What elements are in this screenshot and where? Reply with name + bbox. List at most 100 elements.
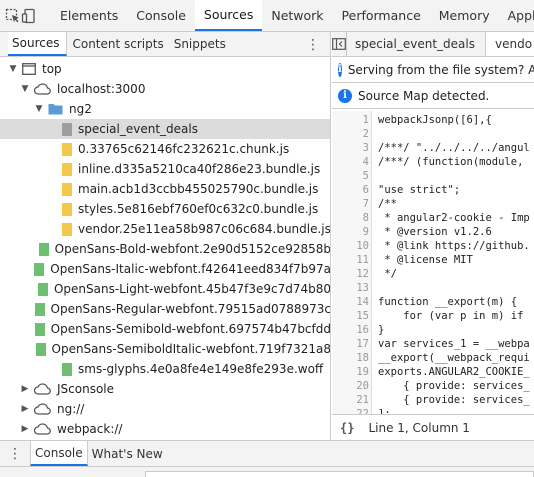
tree-item[interactable]: 0.33765c62146fc232621c.chunk.js — [0, 139, 330, 159]
expanded-triangle-icon[interactable]: ▼ — [34, 104, 44, 114]
pretty-print-button[interactable]: {} — [340, 421, 354, 435]
cursor-position: Line 1, Column 1 — [368, 420, 470, 435]
line-number[interactable]: 8 — [332, 211, 369, 225]
tree-item[interactable]: OpenSans-Bold-webfont.2e90d5152ce92858b — [0, 239, 331, 259]
file-yellow-icon — [62, 222, 72, 236]
drawer-more-icon[interactable]: ⋮ — [0, 441, 30, 466]
tree-item[interactable]: special_event_deals — [0, 119, 330, 139]
toggle-navigator-icon — [332, 38, 346, 50]
drawer-tab-console[interactable]: Console — [30, 441, 88, 466]
line-number[interactable]: 15 — [332, 309, 369, 323]
console-filter-input[interactable] — [145, 471, 534, 477]
file-green-icon — [37, 282, 48, 296]
code-text: /** — [378, 198, 397, 210]
line-number[interactable]: 1 — [332, 113, 369, 127]
tree-item[interactable]: OpenSans-Light-webfont.45b47f3e9c7d74b80 — [0, 279, 331, 299]
tab-console[interactable]: Console — [127, 0, 195, 31]
editor-tab-special-event-deals[interactable]: special_event_deals — [347, 32, 485, 56]
inspect-element-button[interactable] — [5, 0, 21, 31]
code-line: 12 */ — [332, 267, 534, 281]
tree-item[interactable]: ▶ ng:// — [0, 399, 330, 419]
collapsed-triangle-icon[interactable]: ▶ — [20, 384, 30, 394]
tree-item[interactable]: OpenSans-Semibold-webfont.697574b47bcfdd — [0, 319, 330, 339]
tree-item[interactable]: ▼ localhost:3000 — [0, 79, 330, 99]
toggle-navigator-button[interactable] — [332, 32, 347, 56]
tree-item[interactable]: OpenSans-SemiboldItalic-webfont.719f7321… — [0, 339, 330, 359]
line-number[interactable]: 22 — [332, 407, 369, 414]
line-number[interactable]: 16 — [332, 323, 369, 337]
cloud-icon — [34, 83, 51, 95]
line-number[interactable]: 3 — [332, 141, 369, 155]
line-number[interactable]: 14 — [332, 295, 369, 309]
code-text: "use strict"; — [378, 184, 461, 196]
code-line: 20 { provide: services_ — [332, 379, 534, 393]
line-number[interactable]: 19 — [332, 365, 369, 379]
tree-item-label: localhost:3000 — [57, 82, 146, 96]
tab-memory[interactable]: Memory — [430, 0, 499, 31]
code-text: function __export(m) { — [378, 296, 518, 308]
line-number[interactable]: 11 — [332, 253, 369, 267]
file-shape — [34, 322, 45, 336]
line-number[interactable]: 20 — [332, 379, 369, 393]
tree-item-label: special_event_deals — [78, 122, 198, 136]
tree-item[interactable]: sms-glyphs.4e0a8fe4e149e8fe293e.woff — [0, 359, 330, 379]
device-toolbar-button[interactable] — [21, 0, 37, 31]
expanded-triangle-icon[interactable]: ▼ — [20, 84, 30, 94]
line-number[interactable]: 2 — [332, 127, 369, 141]
tree-item-label: OpenSans-Light-webfont.45b47f3e9c7d74b80 — [53, 282, 331, 296]
line-number[interactable]: 4 — [332, 155, 369, 169]
file-green-icon — [38, 242, 49, 256]
expanded-triangle-icon[interactable]: ▼ — [8, 64, 18, 74]
file-shape — [62, 162, 72, 176]
tab-sources[interactable]: Sources — [194, 0, 263, 31]
line-number[interactable]: 6 — [332, 183, 369, 197]
file-green-icon — [35, 342, 46, 356]
console-drawer: ⋮ Console What's New — [0, 440, 534, 477]
tab-network[interactable]: Network — [262, 0, 332, 31]
navigator-tab-content-scripts[interactable]: Content scripts — [67, 32, 168, 56]
editor-tab-vendor[interactable]: vendo — [485, 32, 534, 56]
code-text: * @version v1.2.6 — [378, 226, 492, 238]
code-line: 15 for (var p in m) if — [332, 309, 534, 323]
tree-item-label: OpenSans-Bold-webfont.2e90d5152ce92858b — [54, 242, 331, 256]
tree-item[interactable]: main.acb1d3ccbb455025790c.bundle.js — [0, 179, 330, 199]
line-number[interactable]: 10 — [332, 239, 369, 253]
line-number[interactable]: 12 — [332, 267, 369, 281]
cloud-icon — [34, 383, 51, 395]
code-area[interactable]: 1 webpackJsonp([6],{2 3 /***/ "../../../../… — [332, 111, 534, 414]
code-line: 21 { provide: services_ — [332, 393, 534, 407]
tree-item[interactable]: ▶ webpack:// — [0, 419, 330, 439]
tree-item[interactable]: OpenSans-Regular-webfont.79515ad0788973c — [0, 299, 330, 319]
drawer-tab-whats-new[interactable]: What's New — [88, 441, 167, 466]
folder-icon — [48, 103, 63, 115]
code-line: 18 __export(__webpack_requi — [332, 351, 534, 365]
tree-item[interactable]: OpenSans-Italic-webfont.f42641eed834f7b9… — [0, 259, 330, 279]
tree-item[interactable]: inline.d335a5210ca40f286e23.bundle.js — [0, 159, 330, 179]
line-number[interactable]: 18 — [332, 351, 369, 365]
collapsed-triangle-icon[interactable]: ▶ — [20, 424, 30, 434]
tab-application[interactable]: Applic — [499, 0, 534, 31]
navigator-tabs: Sources Content scripts Snippets ⋮ — [0, 32, 330, 57]
line-number[interactable]: 9 — [332, 225, 369, 239]
line-number[interactable]: 17 — [332, 337, 369, 351]
tab-performance[interactable]: Performance — [333, 0, 430, 31]
file-shape — [62, 362, 72, 376]
line-number[interactable]: 7 — [332, 197, 369, 211]
line-number[interactable]: 5 — [332, 169, 369, 183]
code-text: for (var p in m) if — [378, 310, 524, 322]
tree-item[interactable]: ▶ JSconsole — [0, 379, 330, 399]
tree-item[interactable]: vendor.25e11ea58b987c06c684.bundle.js — [0, 219, 330, 239]
navigator-tab-snippets[interactable]: Snippets — [169, 32, 231, 56]
tab-elements[interactable]: Elements — [51, 0, 127, 31]
line-number[interactable]: 13 — [332, 281, 369, 295]
file-shape — [34, 302, 45, 316]
tree-item-label: ng:// — [57, 402, 85, 416]
tree-item[interactable]: ▼ ng2 — [0, 99, 330, 119]
navigator-more-icon[interactable]: ⋮ — [306, 32, 320, 57]
file-green-icon — [34, 262, 45, 276]
line-number[interactable]: 21 — [332, 393, 369, 407]
tree-item[interactable]: styles.5e816ebf760ef0c632c0.bundle.js — [0, 199, 330, 219]
tree-item[interactable]: ▼ top — [0, 59, 330, 79]
collapsed-triangle-icon[interactable]: ▶ — [20, 404, 30, 414]
navigator-tab-sources[interactable]: Sources — [8, 32, 68, 56]
